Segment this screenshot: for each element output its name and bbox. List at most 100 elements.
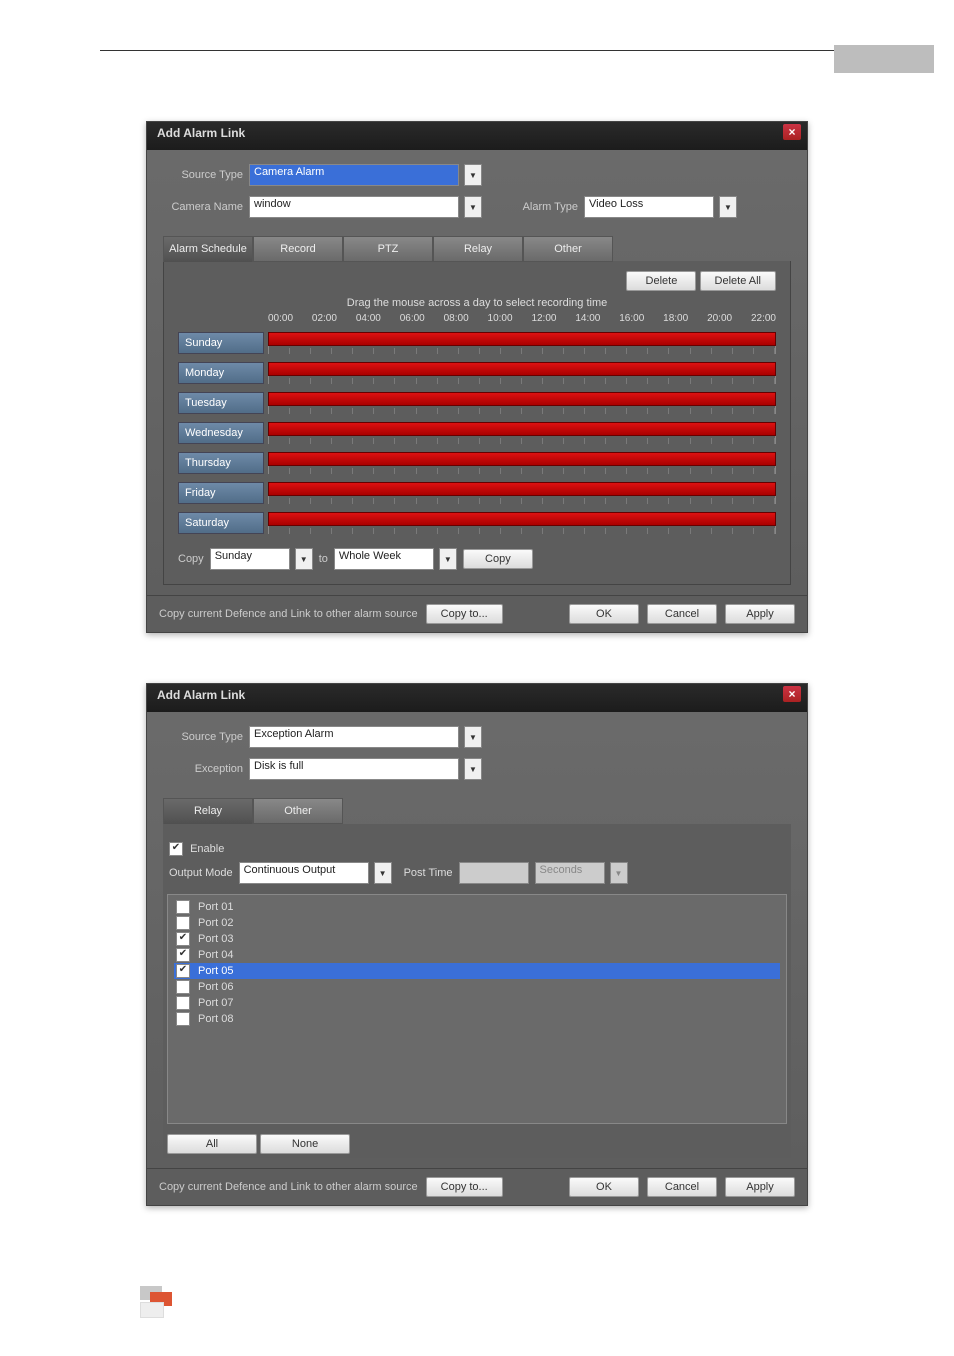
port-item[interactable]: ✔ Port 04 bbox=[174, 947, 780, 963]
output-mode-select[interactable]: Continuous Output bbox=[239, 862, 369, 884]
schedule-day-row[interactable]: Friday bbox=[178, 482, 776, 504]
ok-button[interactable]: OK bbox=[569, 604, 639, 624]
schedule-day-row[interactable]: Sunday bbox=[178, 332, 776, 354]
tab-alarm-schedule[interactable]: Alarm Schedule bbox=[163, 236, 253, 262]
chevron-down-icon[interactable]: ▼ bbox=[295, 548, 313, 570]
copy-to-button[interactable]: Copy to... bbox=[426, 604, 503, 624]
port-checkbox[interactable] bbox=[176, 916, 190, 930]
tab-record[interactable]: Record bbox=[253, 236, 343, 262]
day-bar[interactable] bbox=[268, 452, 776, 466]
tab-ptz[interactable]: PTZ bbox=[343, 236, 433, 262]
chevron-down-icon[interactable]: ▼ bbox=[464, 758, 482, 780]
day-label: Saturday bbox=[178, 512, 264, 534]
alarm-type-select[interactable]: Video Loss bbox=[584, 196, 714, 218]
chevron-down-icon[interactable]: ▼ bbox=[464, 196, 482, 218]
day-bar[interactable] bbox=[268, 482, 776, 496]
delete-button[interactable]: Delete bbox=[626, 271, 696, 291]
camera-name-label: Camera Name bbox=[163, 201, 243, 213]
footer-logo bbox=[140, 1286, 180, 1316]
cancel-button[interactable]: Cancel bbox=[647, 1177, 717, 1197]
schedule-day-row[interactable]: Thursday bbox=[178, 452, 776, 474]
copy-to-select[interactable]: Whole Week bbox=[334, 548, 434, 570]
ok-button[interactable]: OK bbox=[569, 1177, 639, 1197]
schedule-day-row[interactable]: Monday bbox=[178, 362, 776, 384]
hour-label: 10:00 bbox=[488, 313, 513, 324]
port-label: Port 04 bbox=[198, 949, 233, 961]
enable-label: Enable bbox=[190, 843, 224, 855]
apply-button[interactable]: Apply bbox=[725, 1177, 795, 1197]
schedule-day-row[interactable]: Wednesday bbox=[178, 422, 776, 444]
port-checkbox[interactable]: ✔ bbox=[176, 948, 190, 962]
all-button[interactable]: All bbox=[167, 1134, 257, 1154]
chevron-down-icon[interactable]: ▼ bbox=[464, 164, 482, 186]
output-mode-label: Output Mode bbox=[169, 867, 233, 879]
day-label: Thursday bbox=[178, 452, 264, 474]
hour-label: 22:00 bbox=[751, 313, 776, 324]
camera-name-select[interactable]: window bbox=[249, 196, 459, 218]
enable-checkbox[interactable]: ✔ bbox=[169, 842, 183, 856]
hour-label: 00:00 bbox=[268, 313, 293, 324]
hour-label: 16:00 bbox=[619, 313, 644, 324]
schedule-day-row[interactable]: Tuesday bbox=[178, 392, 776, 414]
tab-other[interactable]: Other bbox=[523, 236, 613, 262]
dialog-titlebar: Add Alarm Link × bbox=[147, 684, 807, 712]
chevron-down-icon: ▼ bbox=[610, 862, 628, 884]
hour-label: 20:00 bbox=[707, 313, 732, 324]
port-checkbox[interactable] bbox=[176, 900, 190, 914]
alarm-type-label: Alarm Type bbox=[508, 201, 578, 213]
port-item[interactable]: ✔Port 03 bbox=[174, 931, 780, 947]
day-label: Wednesday bbox=[178, 422, 264, 444]
copy-button[interactable]: Copy bbox=[463, 549, 533, 569]
tab-bar: Alarm Schedule Record PTZ Relay Other bbox=[163, 236, 791, 262]
dialog-titlebar: Add Alarm Link × bbox=[147, 122, 807, 150]
chevron-down-icon[interactable]: ▼ bbox=[719, 196, 737, 218]
tab-other[interactable]: Other bbox=[253, 798, 343, 824]
port-item[interactable]: Port 06 bbox=[174, 979, 780, 995]
copy-from-select[interactable]: Sunday bbox=[210, 548, 290, 570]
schedule-day-row[interactable]: Saturday bbox=[178, 512, 776, 534]
chevron-down-icon[interactable]: ▼ bbox=[374, 862, 392, 884]
tab-relay[interactable]: Relay bbox=[163, 798, 253, 824]
post-time-label: Post Time bbox=[404, 867, 453, 879]
port-checkbox[interactable] bbox=[176, 1012, 190, 1026]
port-item[interactable]: Port 01 bbox=[174, 899, 780, 915]
port-item[interactable]: Port 07 bbox=[174, 995, 780, 1011]
chevron-down-icon[interactable]: ▼ bbox=[464, 726, 482, 748]
port-item[interactable]: Port 08 bbox=[174, 1011, 780, 1027]
day-bar[interactable] bbox=[268, 392, 776, 406]
schedule-panel: Delete Delete All Drag the mouse across … bbox=[163, 261, 791, 585]
port-label: Port 06 bbox=[198, 981, 233, 993]
copy-to-button[interactable]: Copy to... bbox=[426, 1177, 503, 1197]
day-label: Monday bbox=[178, 362, 264, 384]
apply-button[interactable]: Apply bbox=[725, 604, 795, 624]
chevron-down-icon[interactable]: ▼ bbox=[439, 548, 457, 570]
port-item[interactable]: Port 02 bbox=[174, 915, 780, 931]
close-icon[interactable]: × bbox=[783, 124, 801, 140]
hour-label: 04:00 bbox=[356, 313, 381, 324]
day-label: Sunday bbox=[178, 332, 264, 354]
port-list[interactable]: Port 01Port 02✔Port 03✔Port 04✔Port 05Po… bbox=[167, 894, 787, 1124]
day-bar[interactable] bbox=[268, 512, 776, 526]
exception-label: Exception bbox=[163, 763, 243, 775]
exception-select[interactable]: Disk is full bbox=[249, 758, 459, 780]
delete-all-button[interactable]: Delete All bbox=[700, 271, 776, 291]
port-checkbox[interactable] bbox=[176, 996, 190, 1010]
source-type-select[interactable]: Exception Alarm bbox=[249, 726, 459, 748]
add-alarm-link-dialog-relay: Add Alarm Link × Source Type Exception A… bbox=[146, 683, 808, 1206]
cancel-button[interactable]: Cancel bbox=[647, 604, 717, 624]
port-checkbox[interactable]: ✔ bbox=[176, 932, 190, 946]
port-label: Port 05 bbox=[198, 965, 233, 977]
page-rule bbox=[100, 50, 854, 51]
day-bar[interactable] bbox=[268, 362, 776, 376]
day-bar[interactable] bbox=[268, 422, 776, 436]
none-button[interactable]: None bbox=[260, 1134, 350, 1154]
port-item[interactable]: ✔ Port 05 bbox=[174, 963, 780, 979]
port-label: Port 07 bbox=[198, 997, 233, 1009]
close-icon[interactable]: × bbox=[783, 686, 801, 702]
source-type-select[interactable]: Camera Alarm bbox=[249, 164, 459, 186]
port-checkbox[interactable]: ✔ bbox=[176, 964, 190, 978]
port-checkbox[interactable] bbox=[176, 980, 190, 994]
tab-relay[interactable]: Relay bbox=[433, 236, 523, 262]
day-bar[interactable] bbox=[268, 332, 776, 346]
footer-text: Copy current Defence and Link to other a… bbox=[159, 1181, 418, 1193]
